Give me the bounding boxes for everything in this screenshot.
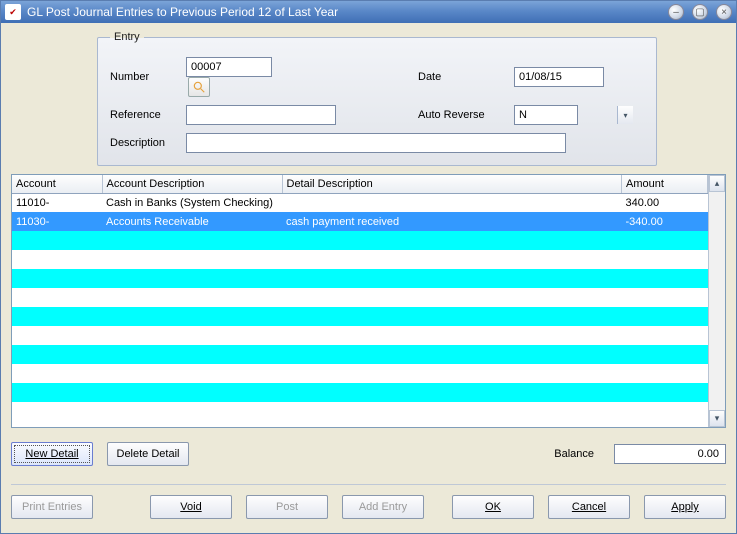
chevron-down-icon[interactable]: ▾ bbox=[617, 106, 633, 124]
app-icon: ✔ bbox=[5, 4, 21, 20]
separator bbox=[11, 484, 726, 485]
new-detail-button[interactable]: New Detail bbox=[11, 442, 93, 466]
window-title: GL Post Journal Entries to Previous Peri… bbox=[27, 5, 660, 19]
titlebar: ✔ GL Post Journal Entries to Previous Pe… bbox=[1, 1, 736, 23]
maximize-button[interactable]: ▢ bbox=[692, 4, 708, 20]
add-entry-button[interactable]: Add Entry bbox=[342, 495, 424, 519]
cell-detail-description[interactable]: cash payment received bbox=[282, 212, 622, 231]
minimize-button[interactable]: – bbox=[668, 4, 684, 20]
cell-account[interactable]: 11010- bbox=[12, 193, 102, 212]
content-area: Entry Number Date Reference Auto Reverse bbox=[1, 23, 736, 533]
reference-label: Reference bbox=[110, 109, 180, 121]
entries-grid: Account Account Description Detail Descr… bbox=[11, 174, 726, 428]
auto-reverse-value[interactable] bbox=[514, 105, 578, 125]
cell-account-description[interactable]: Accounts Receivable bbox=[102, 212, 282, 231]
header-amount[interactable]: Amount bbox=[622, 175, 708, 193]
balance-label: Balance bbox=[554, 448, 594, 460]
date-input[interactable] bbox=[514, 67, 604, 87]
description-input[interactable] bbox=[186, 133, 566, 153]
cancel-button[interactable]: Cancel bbox=[548, 495, 630, 519]
auto-reverse-label: Auto Reverse bbox=[418, 109, 508, 121]
table-row[interactable] bbox=[12, 364, 708, 383]
table-row[interactable] bbox=[12, 231, 708, 250]
scroll-down-button[interactable]: ▾ bbox=[709, 410, 725, 427]
table-row[interactable] bbox=[12, 402, 708, 421]
post-button[interactable]: Post bbox=[246, 495, 328, 519]
entry-group: Entry Number Date Reference Auto Reverse bbox=[97, 31, 657, 166]
cell-account[interactable]: 11030- bbox=[12, 212, 102, 231]
void-button[interactable]: Void bbox=[150, 495, 232, 519]
scroll-up-button[interactable]: ▴ bbox=[709, 175, 725, 192]
cell-amount[interactable]: 340.00 bbox=[622, 193, 708, 212]
close-button[interactable]: × bbox=[716, 4, 732, 20]
table-row[interactable] bbox=[12, 288, 708, 307]
print-entries-button[interactable]: Print Entries bbox=[11, 495, 93, 519]
cell-amount[interactable]: -340.00 bbox=[622, 212, 708, 231]
apply-button[interactable]: Apply bbox=[644, 495, 726, 519]
table-row[interactable]: 11010- Cash in Banks (System Checking) 3… bbox=[12, 193, 708, 212]
vertical-scrollbar[interactable]: ▴ ▾ bbox=[708, 175, 725, 427]
description-label: Description bbox=[110, 137, 180, 149]
header-account[interactable]: Account bbox=[12, 175, 102, 193]
grid-header-row: Account Account Description Detail Descr… bbox=[12, 175, 708, 193]
table-row[interactable] bbox=[12, 326, 708, 345]
balance-field bbox=[614, 444, 726, 464]
window-frame: ✔ GL Post Journal Entries to Previous Pe… bbox=[0, 0, 737, 534]
delete-detail-button[interactable]: Delete Detail bbox=[107, 442, 189, 466]
date-label: Date bbox=[418, 71, 508, 83]
number-label: Number bbox=[110, 71, 180, 83]
scroll-track[interactable] bbox=[709, 192, 725, 410]
table-row[interactable] bbox=[12, 383, 708, 402]
ok-button[interactable]: OK bbox=[452, 495, 534, 519]
number-lookup-button[interactable] bbox=[188, 77, 210, 97]
cell-detail-description[interactable] bbox=[282, 193, 622, 212]
search-icon bbox=[192, 80, 206, 94]
auto-reverse-select[interactable]: ▾ bbox=[514, 105, 634, 125]
table-row[interactable] bbox=[12, 269, 708, 288]
table-row[interactable] bbox=[12, 307, 708, 326]
table-row[interactable]: 11030- Accounts Receivable cash payment … bbox=[12, 212, 708, 231]
cell-account-description[interactable]: Cash in Banks (System Checking) bbox=[102, 193, 282, 212]
table-row[interactable] bbox=[12, 345, 708, 364]
number-input[interactable] bbox=[186, 57, 272, 77]
reference-input[interactable] bbox=[186, 105, 336, 125]
header-account-description[interactable]: Account Description bbox=[102, 175, 282, 193]
entry-legend: Entry bbox=[110, 31, 144, 43]
table-row[interactable] bbox=[12, 250, 708, 269]
header-detail-description[interactable]: Detail Description bbox=[282, 175, 622, 193]
